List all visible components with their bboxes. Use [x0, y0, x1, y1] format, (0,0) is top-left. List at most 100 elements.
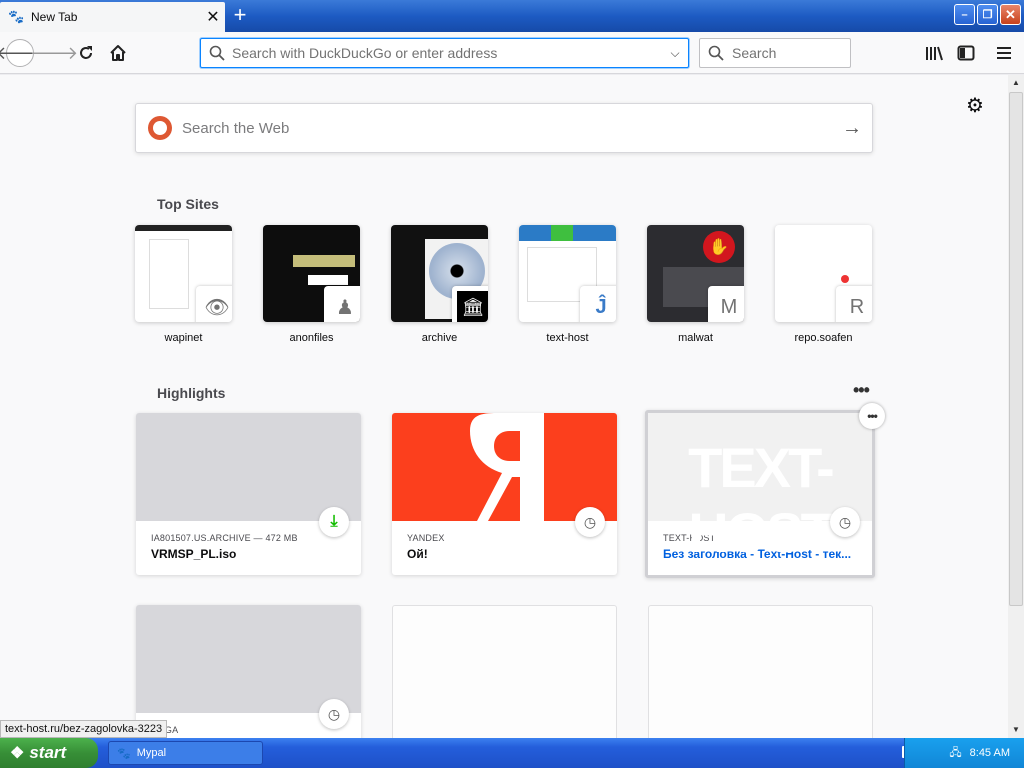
- url-bar-placeholder: Search with DuckDuckGo or enter address: [232, 45, 498, 61]
- sidebar-button[interactable]: [952, 39, 980, 67]
- duckduckgo-icon: [148, 116, 172, 140]
- card-image: TEXT-HOST: [648, 413, 872, 564]
- top-site-text-host[interactable]: Ĵ text-host: [519, 225, 616, 344]
- start-button[interactable]: ❖ start: [0, 738, 98, 768]
- nav-toolbar: 🡐 🡒 Search with DuckDuckGo or enter addr…: [0, 32, 1024, 74]
- network-icon[interactable]: 🖧: [949, 744, 961, 763]
- gear-icon[interactable]: ⚙: [966, 93, 984, 118]
- site-thumbnail: Ĵ: [519, 225, 616, 322]
- search-icon: [708, 45, 724, 61]
- highlight-card[interactable]: ◷ MEGA: [136, 605, 361, 738]
- arrow-right-icon[interactable]: →: [832, 117, 872, 140]
- card-context-menu-button[interactable]: •••: [859, 403, 885, 429]
- search-bar-placeholder: Search: [732, 45, 777, 61]
- top-site-label: malwat: [678, 332, 713, 344]
- clock-icon: ◷: [575, 507, 605, 537]
- top-sites-grid: 👁 wapinet ♟ anonfiles 🏛 archive Ĵ text-h…: [135, 225, 875, 345]
- card-source: IA801507.US.ARCHIVE — 472 MB: [151, 533, 298, 543]
- taskbar-item-mypal[interactable]: 🐾 Mypal: [108, 741, 263, 765]
- top-site-label: text-host: [546, 332, 589, 344]
- top-site-wapinet[interactable]: 👁 wapinet: [135, 225, 232, 344]
- web-search-box[interactable]: Search the Web →: [135, 103, 873, 153]
- forward-button[interactable]: 🡒: [30, 39, 78, 67]
- web-search-placeholder: Search the Web: [182, 119, 290, 137]
- taskbar-item-label: Mypal: [136, 747, 167, 759]
- top-site-label: anonfiles: [289, 332, 334, 344]
- status-url: text-host.ru/bez-zagolovka-3223: [0, 720, 168, 738]
- search-icon: [209, 45, 225, 61]
- reload-icon: [80, 46, 92, 59]
- sidebar-icon: [957, 45, 975, 61]
- taskbar: ❖ start 🐾 Mypal 🖧 8:45 AM: [0, 738, 1024, 768]
- top-site-repo-soafen[interactable]: R repo.soafen: [775, 225, 872, 344]
- card-title: VRMSP_PL.iso: [151, 547, 237, 561]
- top-site-malwat[interactable]: ✋ M malwat: [647, 225, 744, 344]
- card-source: MEGA: [151, 725, 346, 735]
- scrollbar-thumb[interactable]: [1009, 92, 1023, 606]
- site-thumbnail: 🏛: [391, 225, 488, 322]
- close-window-button[interactable]: ✕: [1000, 4, 1021, 25]
- new-tab-button[interactable]: +: [228, 4, 252, 27]
- empty-highlight-card: [648, 605, 873, 738]
- archive-building-icon: 🏛: [452, 286, 488, 322]
- card-image: [392, 413, 617, 521]
- top-site-anonfiles[interactable]: ♟ anonfiles: [263, 225, 360, 344]
- search-bar[interactable]: Search: [699, 38, 851, 68]
- tab-title: New Tab: [31, 10, 78, 24]
- card-title: Ой!: [407, 547, 428, 561]
- close-tab-icon[interactable]: ✕: [201, 7, 225, 27]
- card-source: YANDEX: [407, 533, 445, 543]
- top-site-archive[interactable]: 🏛 archive: [391, 225, 488, 344]
- menu-button[interactable]: [990, 39, 1018, 67]
- empty-highlight-card: [392, 605, 617, 738]
- reload-button[interactable]: [72, 39, 100, 67]
- site-thumbnail: 👁: [135, 225, 232, 322]
- clock-icon: ◷: [319, 699, 349, 729]
- more-options-icon[interactable]: •••: [853, 380, 870, 401]
- site-thumbnail: R: [775, 225, 872, 322]
- home-button[interactable]: [104, 39, 132, 67]
- site-thumbnail: ✋ M: [647, 225, 744, 322]
- mypal-icon: 🐾: [117, 747, 131, 760]
- minimize-button[interactable]: –: [954, 4, 975, 25]
- highlight-card[interactable]: ⤓ IA801507.US.ARCHIVE — 472 MB VRMSP_PL.…: [136, 413, 361, 575]
- clock: 8:45 AM: [969, 747, 1010, 759]
- start-label: start: [29, 743, 67, 762]
- scroll-down-icon[interactable]: ▼: [1008, 722, 1024, 738]
- new-tab-page: ⚙ Search the Web → Top Sites 👁 wapinet ♟…: [0, 75, 1008, 738]
- url-bar[interactable]: Search with DuckDuckGo or enter address …: [200, 38, 689, 68]
- tab-new-tab[interactable]: 🐾 New Tab ✕: [0, 2, 225, 32]
- top-sites-heading: Top Sites: [157, 196, 219, 212]
- restore-button[interactable]: ❐: [977, 4, 998, 25]
- window-controls: – ❐ ✕: [954, 4, 1021, 25]
- scroll-up-icon[interactable]: ▲: [1008, 75, 1024, 91]
- text-host-watermark: TEXT-HOST: [688, 436, 835, 564]
- download-icon: ⤓: [319, 507, 349, 537]
- site-thumbnail: ♟: [263, 225, 360, 322]
- top-site-label: repo.soafen: [794, 332, 853, 344]
- highlights-heading: Highlights: [157, 385, 226, 401]
- text-host-icon: Ĵ: [580, 286, 616, 322]
- library-button[interactable]: [920, 39, 948, 67]
- highlight-card[interactable]: TEXT-HOST ◷ TEXT-HOST Без заголовка - Te…: [645, 410, 875, 578]
- clock-icon: ◷: [830, 507, 860, 537]
- yandex-logo-icon: [470, 413, 544, 521]
- title-bar: 🐾 New Tab ✕ + – ❐ ✕: [0, 0, 1024, 32]
- home-icon: [110, 45, 126, 61]
- windows-flag-icon: ❖: [10, 745, 25, 762]
- card-image: [136, 605, 361, 713]
- library-icon: [926, 46, 943, 61]
- top-site-label: archive: [421, 332, 458, 344]
- vertical-scrollbar[interactable]: ▲ ▼: [1008, 75, 1024, 738]
- mypal-icon: 🐾: [8, 9, 25, 24]
- card-image: [136, 413, 361, 521]
- highlight-card[interactable]: ◷ YANDEX Ой!: [392, 413, 617, 575]
- eye-icon: 👁: [196, 286, 232, 322]
- site-letter-icon: R: [836, 286, 872, 322]
- site-letter-icon: M: [708, 286, 744, 322]
- hamburger-menu-icon: [997, 47, 1011, 59]
- anonymous-icon: ♟: [324, 286, 360, 322]
- top-site-label: wapinet: [164, 332, 203, 344]
- chevron-down-icon[interactable]: ⌵: [662, 46, 688, 61]
- system-tray: 🖧 8:45 AM: [904, 738, 1024, 768]
